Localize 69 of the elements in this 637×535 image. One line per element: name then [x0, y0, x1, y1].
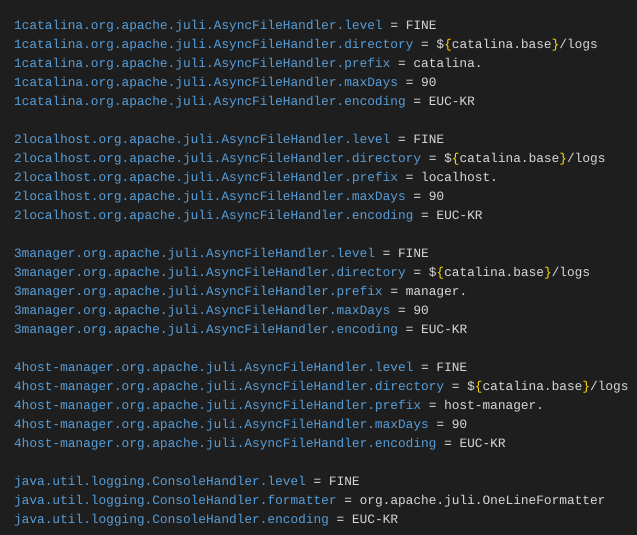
property-value: FINE: [406, 17, 436, 35]
property-value: host-manager.: [444, 397, 544, 415]
equals-sign: =: [314, 473, 322, 491]
equals-sign: =: [390, 17, 398, 35]
property-key: 1catalina.org.apache.juli.AsyncFileHandler.maxDays: [14, 73, 398, 92]
equals-sign: =: [444, 435, 452, 453]
equals-sign: =: [421, 359, 429, 377]
property-key: 4host-manager.org.apache.juli.AsyncFileHandler.directory: [14, 377, 444, 396]
property-key: 2localhost.org.apache.juli.AsyncFileHandler.encoding: [14, 206, 414, 225]
property-key: 4host-manager.org.apache.juli.AsyncFileHandler.prefix: [14, 396, 422, 415]
equals-sign: =: [428, 150, 436, 168]
property-key: 2localhost.org.apache.juli.AsyncFileHandler.directory: [14, 149, 422, 168]
property-value: FINE: [413, 131, 444, 149]
property-value: org.apache.juli.OneLineFormatter: [360, 492, 606, 510]
property-key: 3manager.org.apache.juli.AsyncFileHandler.level: [14, 244, 375, 263]
property-key: java.util.logging.ConsoleHandler.level: [14, 472, 306, 491]
property-key: 2localhost.org.apache.juli.AsyncFileHandler.prefix: [14, 168, 398, 187]
property-key: 2localhost.org.apache.juli.AsyncFileHandler.level: [14, 130, 390, 149]
property-value: 90: [452, 416, 468, 434]
property-value: 90: [413, 302, 429, 320]
property-value: manager.: [406, 283, 468, 301]
equals-sign: =: [421, 207, 429, 225]
equals-sign: =: [428, 397, 436, 415]
equals-sign: =: [398, 55, 406, 73]
property-key: 1catalina.org.apache.juli.AsyncFileHandler.level: [14, 16, 383, 35]
property-key: java.util.logging.ConsoleHandler.encoding: [14, 510, 329, 529]
equals-sign: =: [390, 283, 398, 301]
property-value: FINE: [436, 359, 468, 377]
property-key: 2localhost.org.apache.juli.AsyncFileHandler.maxDays: [14, 187, 406, 206]
property-value: EUC-KR: [436, 207, 482, 225]
equals-sign: =: [382, 245, 390, 263]
property-key: 1catalina.org.apache.juli.AsyncFileHandler.encoding: [14, 92, 406, 111]
property-key: 3manager.org.apache.juli.AsyncFileHandler.encoding: [14, 320, 398, 339]
equals-sign: =: [336, 511, 344, 529]
property-value: ${catalina.base}/logs: [444, 150, 606, 168]
property-value: EUC-KR: [428, 93, 475, 111]
property-value: 90: [421, 74, 436, 92]
property-key: 3manager.org.apache.juli.AsyncFileHandler.directory: [14, 263, 406, 282]
equals-sign: =: [398, 131, 406, 149]
equals-sign: =: [413, 93, 422, 111]
property-value: EUC-KR: [459, 435, 506, 453]
equals-sign: =: [436, 416, 444, 434]
property-value: EUC-KR: [352, 511, 398, 529]
equals-sign: =: [452, 378, 460, 396]
equals-sign: =: [421, 36, 429, 54]
property-value: ${catalina.base}/logs: [428, 264, 590, 282]
equals-sign: =: [398, 302, 406, 320]
equals-sign: =: [344, 492, 352, 510]
equals-sign: =: [406, 169, 414, 187]
property-key: 4host-manager.org.apache.juli.AsyncFileHandler.maxDays: [14, 415, 429, 434]
property-value: FINE: [328, 473, 360, 491]
equals-sign: =: [406, 74, 414, 92]
property-value: 90: [428, 188, 444, 206]
equals-sign: =: [413, 188, 422, 206]
property-key: 1catalina.org.apache.juli.AsyncFileHandler.prefix: [14, 54, 390, 73]
property-key: 1catalina.org.apache.juli.AsyncFileHandler.directory: [14, 35, 414, 54]
property-key: 4host-manager.org.apache.juli.AsyncFileHandler.level: [14, 358, 414, 377]
property-value: ${catalina.base}/logs: [436, 36, 598, 54]
property-key: 3manager.org.apache.juli.AsyncFileHandler.maxDays: [14, 301, 390, 320]
equals-sign: =: [406, 321, 414, 339]
property-value: FINE: [398, 245, 429, 263]
property-value: ${catalina.base}/logs: [467, 378, 628, 396]
property-key: java.util.logging.ConsoleHandler.formatter: [14, 491, 337, 510]
property-value: EUC-KR: [421, 321, 468, 339]
property-key: 3manager.org.apache.juli.AsyncFileHandler.prefix: [14, 282, 383, 301]
property-value: catalina.: [413, 55, 482, 73]
equals-sign: =: [413, 264, 422, 282]
property-value: localhost.: [421, 169, 498, 187]
property-key: 4host-manager.org.apache.juli.AsyncFileHandler.encoding: [14, 434, 436, 453]
